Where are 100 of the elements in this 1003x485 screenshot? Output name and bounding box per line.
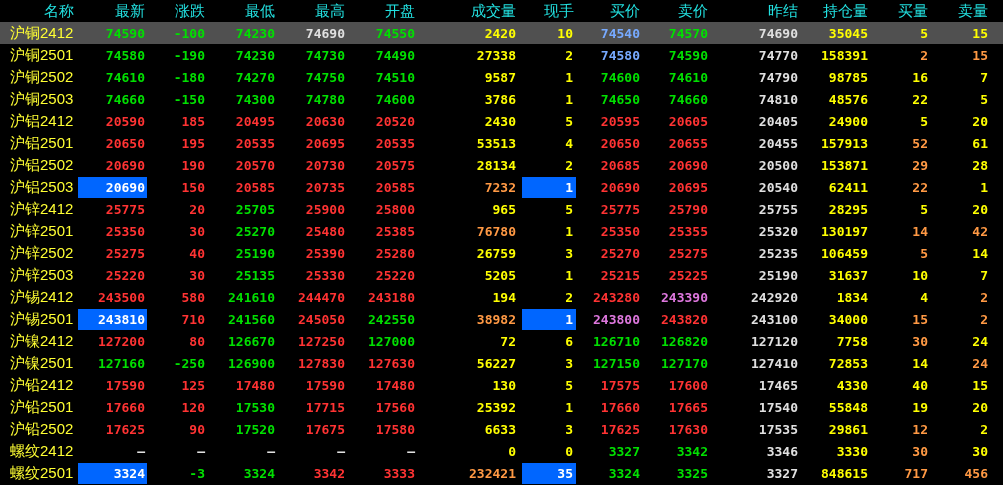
contract-name: 螺纹2412 [9,441,75,461]
column-header[interactable]: 昨结 [710,0,800,22]
table-row[interactable]: 沪镍2501 127160 -250 126900 127830 127630 56227 3 127150 127170 127410 72853 14 24 [0,352,1003,374]
table-cell: 241610 [228,289,275,305]
column-header[interactable]: 卖量 [930,0,990,22]
table-cell: 25225 [668,267,708,283]
column-header[interactable]: 持仓量 [800,0,870,22]
table-cell: 25235 [758,245,798,261]
table-cell: 25755 [758,201,798,217]
table-cell: 74580 [600,47,640,63]
table-cell: 15 [912,311,928,327]
table-cell: 20495 [235,113,275,129]
table-cell: 130197 [821,223,868,239]
table-cell: 3 [565,245,573,261]
table-cell: 25705 [235,201,275,217]
table-row[interactable]: 沪铅2412 17590 125 17480 17590 17480 130 5 17575 17600 17465 4330 40 15 [0,374,1003,396]
contract-name: 沪锌2502 [9,243,75,263]
table-cell: 5 [920,201,928,217]
column-header[interactable]: 最低 [207,0,277,22]
table-row[interactable]: 沪锌2501 25350 30 25270 25480 25385 76780 1 25350 25355 25320 130197 14 42 [0,220,1003,242]
table-cell: 244470 [298,289,345,305]
table-row[interactable]: 沪锡2501 243810 710 241560 245050 242550 38982 1 243800 243820 243100 34000 15 2 [0,308,1003,330]
table-cell: 17560 [375,399,415,415]
table-cell: 20540 [758,179,798,195]
table-row[interactable]: 沪铜2412 74590 -100 74230 74690 74550 2420 10 74540 74570 74690 35045 5 15 [0,22,1003,44]
table-row[interactable]: 沪铜2502 74610 -180 74270 74750 74510 9587 1 74600 74610 74790 98785 16 7 [0,66,1003,88]
table-row[interactable]: 沪铜2503 74660 -150 74300 74780 74600 3786 1 74650 74660 74810 48576 22 5 [0,88,1003,110]
table-cell: 243800 [593,311,640,327]
table-row[interactable]: 沪铝2412 20590 185 20495 20630 20520 2430 5 20595 20605 20405 24900 5 20 [0,110,1003,132]
table-row[interactable]: 沪铝2503 20690 150 20585 20735 20585 7232 1 20690 20695 20540 62411 22 1 [0,176,1003,198]
table-row[interactable]: 沪锡2412 243500 580 241610 244470 243180 194 2 243280 243390 242920 1834 4 2 [0,286,1003,308]
column-header[interactable]: 成交量 [417,0,518,22]
table-cell: 20455 [758,135,798,151]
column-header[interactable]: 现手 [518,0,576,22]
table-row[interactable]: 沪铅2501 17660 120 17530 17715 17560 25392 1 17660 17665 17540 55848 19 20 [0,396,1003,418]
table-row[interactable]: 沪锌2412 25775 20 25705 25900 25800 965 5 25775 25790 25755 28295 5 20 [0,198,1003,220]
column-header[interactable]: 名称 [0,0,76,22]
table-cell: 74780 [305,91,345,107]
table-cell: 80 [189,333,205,349]
table-cell: — [267,443,275,459]
column-header[interactable]: 卖价 [642,0,710,22]
table-cell: 25135 [235,267,275,283]
table-cell: 3786 [484,91,516,107]
table-row[interactable]: 沪锌2503 25220 30 25135 25330 25220 5205 1 25215 25225 25190 31637 10 7 [0,264,1003,286]
table-row[interactable]: 沪铜2501 74580 -190 74230 74730 74490 27338 2 74580 74590 74770 158391 2 15 [0,44,1003,66]
table-cell: 76780 [476,223,516,239]
contract-name: 沪铅2501 [9,397,75,417]
table-cell: 5 [920,113,928,129]
table-cell: 20690 [105,179,145,195]
column-header[interactable]: 开盘 [347,0,417,22]
table-cell: 7758 [836,333,868,349]
table-cell: 25800 [375,201,415,217]
contract-name: 沪铝2412 [9,111,75,131]
table-cell: 5 [920,245,928,261]
column-header[interactable]: 买价 [576,0,642,22]
table-row[interactable]: 沪铝2502 20690 190 20570 20730 20575 28134 2 20685 20690 20500 153871 29 28 [0,154,1003,176]
table-row[interactable]: 螺纹2412 — — — — — 0 0 3327 3342 3346 3330 30 30 [0,440,1003,462]
table-cell: 127200 [98,333,145,349]
table-cell: 1834 [836,289,868,305]
table-cell: 20 [972,113,988,129]
table-cell: 2 [980,421,988,437]
table-cell: 74610 [105,69,145,85]
table-cell: 74540 [600,25,640,41]
table-cell: 4 [920,289,928,305]
table-cell: 74580 [105,47,145,63]
table-cell: 10 [557,25,573,41]
table-cell: 25275 [105,245,145,261]
table-row[interactable]: 沪镍2412 127200 80 126670 127250 127000 72 6 126710 126820 127120 7758 30 24 [0,330,1003,352]
table-cell: 74510 [375,69,415,85]
column-header[interactable]: 涨跌 [147,0,207,22]
column-header[interactable]: 最高 [277,0,347,22]
table-cell: 25220 [375,267,415,283]
table-cell: 25330 [305,267,345,283]
table-cell: 17630 [668,421,708,437]
table-cell: 17530 [235,399,275,415]
table-cell: 25790 [668,201,708,217]
table-cell: 28 [972,157,988,173]
column-header[interactable]: 最新 [76,0,147,22]
table-cell: 126670 [228,333,275,349]
table-cell: 717 [904,465,928,481]
table-row[interactable]: 沪锌2502 25275 40 25190 25390 25280 26759 3 25270 25275 25235 106459 5 14 [0,242,1003,264]
contract-name: 沪锡2501 [9,309,75,329]
table-cell: 9587 [484,69,516,85]
table-cell: 127150 [593,355,640,371]
table-row[interactable]: 沪铝2501 20650 195 20535 20695 20535 53513 4 20650 20655 20455 157913 52 61 [0,132,1003,154]
column-header[interactable]: 买量 [870,0,930,22]
table-cell: 6 [565,333,573,349]
table-row[interactable]: 螺纹2501 3324 -3 3324 3342 3333 232421 35 3324 3325 3327 848615 717 456 [0,462,1003,484]
table-cell: 245050 [298,311,345,327]
table-cell: 30 [972,443,988,459]
table-cell: 15 [972,47,988,63]
table-cell: 127120 [751,333,798,349]
table-cell: 74650 [600,91,640,107]
contract-name: 沪锌2501 [9,221,75,241]
table-cell: 3327 [608,443,640,459]
table-cell: 20695 [305,135,345,151]
table-row[interactable]: 沪铅2502 17625 90 17520 17675 17580 6633 3 17625 17630 17535 29861 12 2 [0,418,1003,440]
table-cell: 25390 [305,245,345,261]
table-cell: 48576 [828,91,868,107]
table-cell: 1 [565,223,573,239]
